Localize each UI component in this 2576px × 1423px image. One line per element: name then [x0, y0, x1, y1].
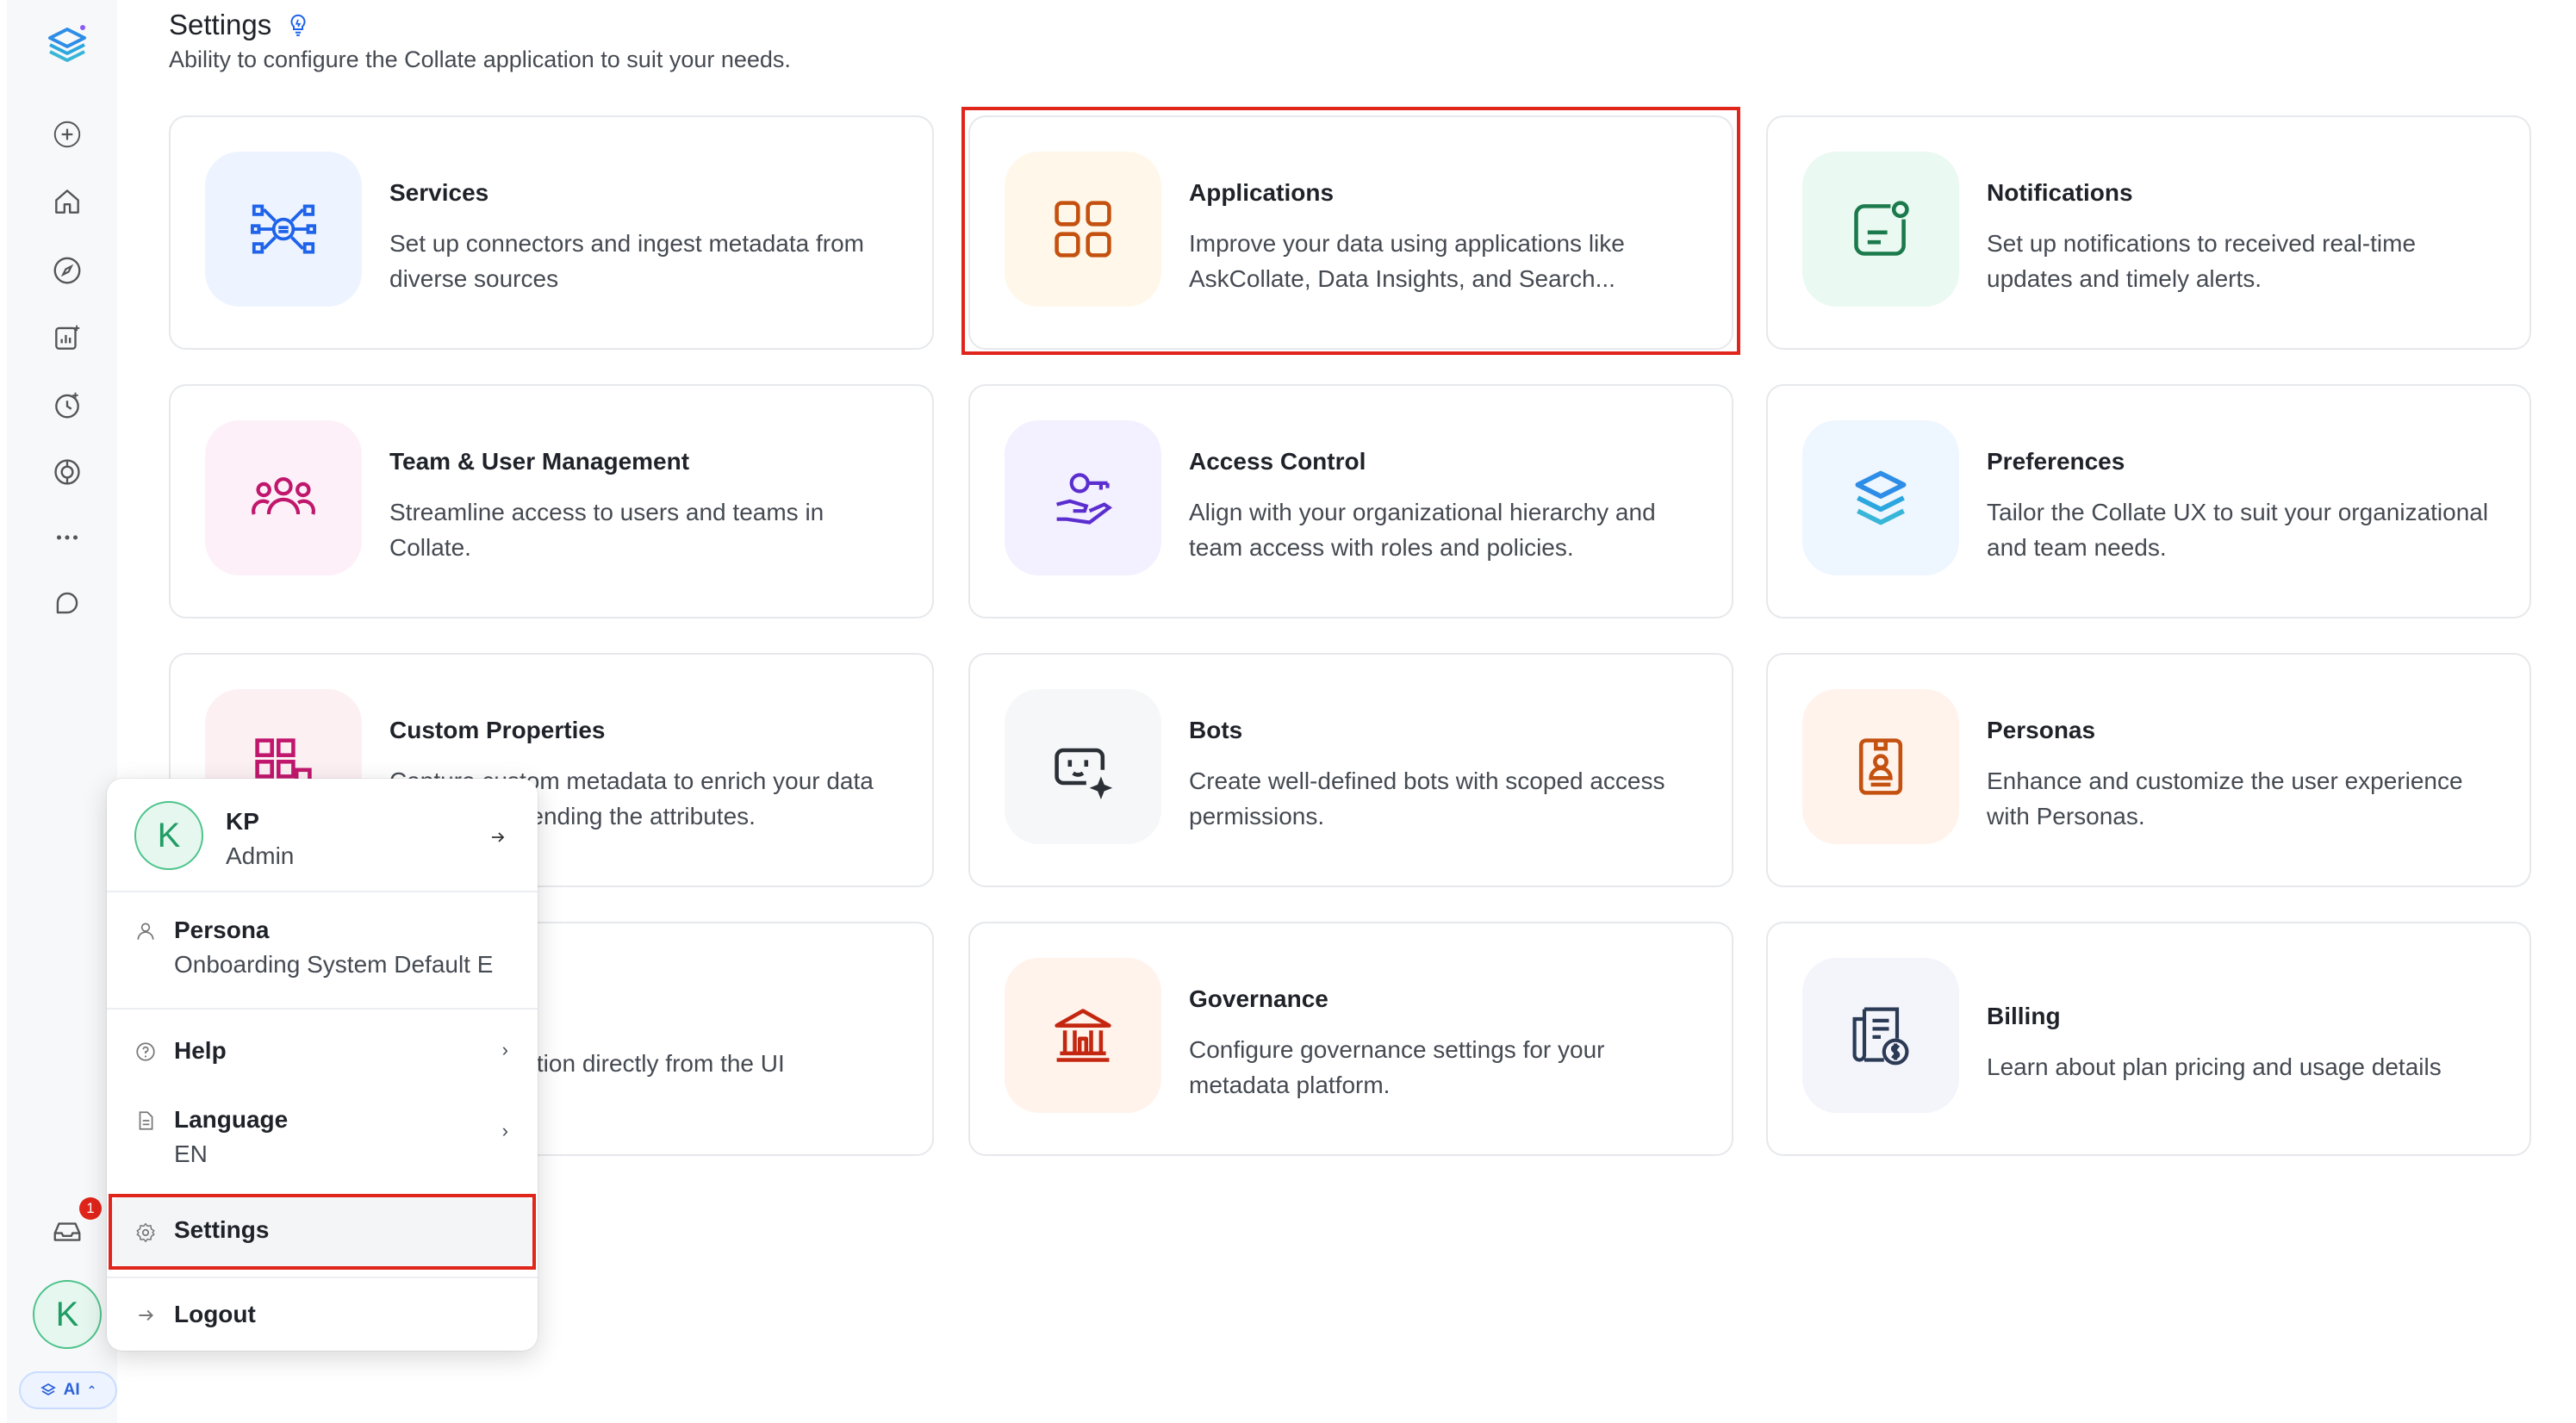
persona-value[interactable]: Onboarding System Default E [174, 951, 524, 979]
card-description: Set up notifications to received real-ti… [1987, 230, 2417, 292]
settings-card-personas[interactable]: Personas Enhance and customize the user … [1766, 653, 2531, 887]
home-icon[interactable] [47, 181, 88, 222]
add-icon[interactable] [47, 114, 88, 155]
menu-user-role: Admin [226, 842, 295, 869]
document-icon [139, 1111, 153, 1130]
language-value: EN [174, 1140, 208, 1167]
card-description: ration directly from the UI [515, 1050, 785, 1077]
collate-layers-icon [1802, 420, 1959, 575]
settings-card-services[interactable]: Services Set up connectors and ingest me… [169, 115, 934, 350]
card-description: Create well-defined bots with scoped acc… [1189, 767, 1665, 830]
settings-card-team-user-management[interactable]: Team & User Management Streamline access… [169, 384, 934, 618]
bot-icon [1005, 689, 1161, 844]
card-title: Billing [1987, 1003, 2061, 1029]
user-avatar[interactable]: K [33, 1280, 102, 1349]
arrow-right-icon[interactable] [488, 827, 508, 848]
settings-card-billing[interactable]: Billing Learn about plan pricing and usa… [1766, 922, 2531, 1156]
card-title: Notifications [1987, 179, 2133, 206]
governance-icon[interactable] [47, 451, 88, 493]
ai-assistant-toggle[interactable]: AI ⌃ [19, 1371, 117, 1409]
settings-highlight-box [109, 1194, 536, 1270]
inbox-icon[interactable] [47, 1211, 88, 1252]
chevron-right-icon: › [501, 1039, 508, 1060]
key-hand-icon [1005, 420, 1161, 575]
card-description: Set up connectors and ingest metadata fr… [389, 230, 864, 292]
card-description: Configure governance settings for your m… [1189, 1036, 1605, 1098]
chevron-right-icon: › [501, 1120, 508, 1141]
menu-user-name[interactable]: KP [226, 808, 259, 836]
help-label: Help [174, 1037, 227, 1064]
page-title: Settings [169, 9, 311, 41]
card-title: Preferences [1987, 448, 2125, 475]
chat-icon[interactable] [47, 582, 88, 624]
settings-card-governance[interactable]: Governance Configure governance settings… [968, 922, 1733, 1156]
team-users-icon [205, 420, 362, 575]
language-menu-item[interactable]: Language EN › [107, 1085, 538, 1180]
billing-invoice-icon [1802, 958, 1959, 1113]
settings-card-notifications[interactable]: Notifications Set up notifications to re… [1766, 115, 2531, 350]
menu-user-avatar: K [134, 801, 203, 870]
observability-clock-icon[interactable] [47, 384, 88, 426]
card-description: Tailor the Collate UX to suit your organ… [1987, 499, 2489, 561]
help-circle-icon [136, 1042, 155, 1061]
card-title: Team & User Management [389, 448, 690, 475]
insights-chart-icon[interactable] [47, 317, 88, 358]
more-dots-icon[interactable] [47, 517, 88, 558]
settings-card-bots[interactable]: Bots Create well-defined bots with scope… [968, 653, 1733, 887]
help-menu-item[interactable]: Help › [107, 1020, 538, 1080]
settings-card-access-control[interactable]: Access Control Align with your organizat… [968, 384, 1733, 618]
user-profile-dropdown: K KP Admin Persona Onboarding System Def… [107, 779, 538, 1351]
menu-divider [107, 891, 538, 892]
bank-building-icon [1005, 958, 1161, 1113]
page-title-text: Settings [169, 9, 272, 40]
card-description: Enhance and customize the user experienc… [1987, 767, 2463, 830]
logout-label: Logout [174, 1301, 256, 1327]
card-title: Bots [1189, 717, 1243, 743]
logout-menu-item[interactable]: Logout [107, 1283, 538, 1344]
chevron-up-icon: ⌃ [86, 1383, 97, 1397]
persona-label: Persona [174, 917, 270, 943]
logout-arrow-icon [139, 1309, 153, 1321]
left-sidebar: 1 K AI ⌃ [7, 0, 117, 1423]
explore-compass-icon[interactable] [47, 250, 88, 291]
card-title: Personas [1987, 717, 2096, 743]
card-description: Learn about plan pricing and usage detai… [1987, 1053, 2442, 1080]
card-title: Services [389, 179, 489, 206]
language-label: Language [174, 1106, 289, 1133]
applications-highlight-box [961, 107, 1740, 355]
settings-card-preferences[interactable]: Preferences Tailor the Collate UX to sui… [1766, 384, 2531, 618]
user-icon [137, 923, 154, 940]
card-description: Streamline access to users and teams in … [389, 499, 824, 561]
ai-label: AI [63, 1381, 80, 1399]
persona-badge-icon [1802, 689, 1959, 844]
menu-divider [107, 1008, 538, 1010]
collate-logo[interactable] [41, 21, 93, 69]
card-title: Custom Properties [389, 717, 606, 743]
card-title: Governance [1189, 985, 1328, 1012]
collate-ai-icon [40, 1383, 56, 1396]
lightbulb-info-icon[interactable] [285, 12, 311, 38]
notification-message-icon [1802, 152, 1959, 307]
card-description: Align with your organizational hierarchy… [1189, 499, 1656, 561]
page-subtitle: Ability to configure the Collate applica… [169, 47, 791, 72]
menu-divider [107, 1277, 538, 1278]
card-title: Access Control [1189, 448, 1366, 475]
services-network-icon [205, 152, 362, 307]
notification-count-badge: 1 [79, 1197, 102, 1220]
